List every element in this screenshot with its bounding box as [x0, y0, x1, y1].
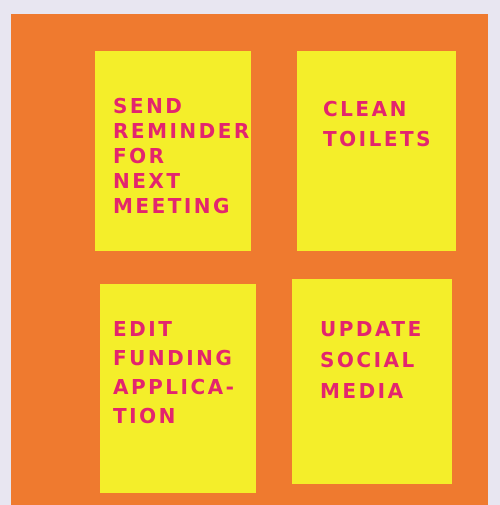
- note-text: CLEAN TOILETS: [315, 99, 474, 159]
- note-line: APPLICA-: [113, 375, 237, 399]
- note-line: SOCIAL: [320, 348, 417, 372]
- note-line: UPDATE: [320, 317, 424, 341]
- note-line: FOR: [113, 144, 167, 168]
- note-text: UPDATE SOCIAL MEDIA: [312, 319, 472, 412]
- sticky-note-edit-funding: EDIT FUNDING APPLICA- TION: [100, 284, 256, 493]
- note-line: TION: [113, 404, 178, 428]
- note-line: REMINDER: [113, 119, 252, 143]
- note-line: SEND: [113, 94, 185, 118]
- note-line: FUNDING: [113, 346, 235, 370]
- sticky-note-update-social-media: UPDATE SOCIAL MEDIA: [292, 279, 452, 484]
- note-line: TOILETS: [323, 127, 434, 151]
- note-text: SEND REMINDER FOR NEXT MEETING: [105, 96, 261, 221]
- note-line: CLEAN: [323, 97, 409, 121]
- note-text: EDIT FUNDING APPLICA- TION: [105, 319, 261, 435]
- sticky-note-send-reminder: SEND REMINDER FOR NEXT MEETING: [95, 51, 251, 251]
- sticky-note-clean-toilets: CLEAN TOILETS: [297, 51, 456, 251]
- note-line: MEDIA: [320, 379, 406, 403]
- note-line: MEETING: [113, 194, 232, 218]
- orange-board: SEND REMINDER FOR NEXT MEETING CLEAN TOI…: [11, 14, 488, 505]
- note-line: NEXT: [113, 169, 183, 193]
- note-line: EDIT: [113, 317, 175, 341]
